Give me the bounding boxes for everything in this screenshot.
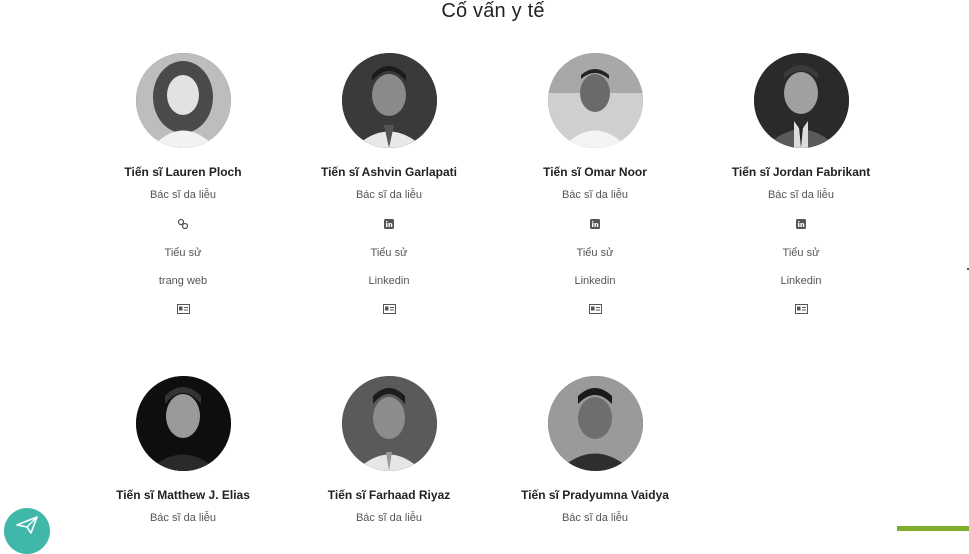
advisor-card: Tiến sĩ Omar Noor Bác sĩ da liễu Tiểu sử… bbox=[492, 53, 698, 315]
linkedin-icon[interactable] bbox=[286, 217, 492, 231]
linkedin-link[interactable]: Linkedin bbox=[492, 275, 698, 287]
advisor-photo bbox=[753, 53, 849, 148]
advisor-name: Tiến sĩ Lauren Ploch bbox=[124, 165, 242, 179]
advisor-role: Bác sĩ da liễu bbox=[561, 512, 629, 524]
advisor-role: Bác sĩ da liễu bbox=[355, 189, 423, 201]
contact-card-icon[interactable] bbox=[80, 303, 286, 315]
send-message-button[interactable] bbox=[4, 508, 50, 554]
paper-plane-icon bbox=[16, 516, 38, 539]
advisor-name: Tiến sĩ Matthew J. Elias bbox=[116, 488, 250, 502]
bio-link[interactable]: Tiểu sử bbox=[286, 247, 492, 259]
advisor-name: Tiến sĩ Ashvin Garlapati bbox=[320, 165, 458, 179]
advisor-name: Tiến sĩ Pradyumna Vaidya bbox=[521, 488, 669, 502]
linkedin-icon[interactable] bbox=[492, 217, 698, 231]
page-title: Cố vấn y tế bbox=[441, 0, 545, 22]
advisor-role: Bác sĩ da liễu bbox=[561, 189, 629, 201]
bio-link[interactable]: Tiểu sử bbox=[492, 247, 698, 259]
advisor-photo bbox=[341, 53, 437, 148]
bio-link[interactable]: Tiểu sử bbox=[80, 247, 286, 259]
linkedin-link[interactable]: Linkedin bbox=[286, 275, 492, 287]
advisor-role: Bác sĩ da liễu bbox=[355, 512, 423, 524]
advisor-role: Bác sĩ da liễu bbox=[149, 512, 217, 524]
advisor-role: Bác sĩ da liễu bbox=[767, 189, 835, 201]
advisor-card: Tiến sĩ Jordan Fabrikant Bác sĩ da liễu … bbox=[698, 53, 904, 315]
contact-card-icon[interactable] bbox=[698, 303, 904, 315]
advisor-card: Tiến sĩ Ashvin Garlapati Bác sĩ da liễu … bbox=[286, 53, 492, 315]
website-link[interactable]: trang web bbox=[80, 275, 286, 287]
link-icon[interactable] bbox=[80, 217, 286, 231]
advisor-card: Tiến sĩ Lauren Ploch Bác sĩ da liễu Tiểu… bbox=[80, 53, 286, 315]
advisor-name: Tiến sĩ Farhaad Riyaz bbox=[327, 488, 451, 502]
advisor-photo bbox=[547, 53, 643, 148]
advisor-card: Tiến sĩ Farhaad Riyaz Bác sĩ da liễu bbox=[286, 376, 492, 524]
advisor-card: Tiến sĩ Pradyumna Vaidya Bác sĩ da liễu bbox=[492, 376, 698, 524]
advisor-photo bbox=[341, 376, 437, 471]
advisor-name: Tiến sĩ Jordan Fabrikant bbox=[731, 165, 871, 179]
linkedin-link[interactable]: Linkedin bbox=[698, 275, 904, 287]
advisor-photo bbox=[135, 376, 231, 471]
advisor-photo bbox=[135, 53, 231, 148]
advisor-photo bbox=[547, 376, 643, 471]
linkedin-icon[interactable] bbox=[698, 217, 904, 231]
contact-card-icon[interactable] bbox=[286, 303, 492, 315]
feedback-tab[interactable] bbox=[897, 526, 969, 531]
advisor-name: Tiến sĩ Omar Noor bbox=[543, 165, 647, 179]
advisor-card: Tiến sĩ Matthew J. Elias Bác sĩ da liễu bbox=[80, 376, 286, 524]
advisor-role: Bác sĩ da liễu bbox=[149, 189, 217, 201]
contact-card-icon[interactable] bbox=[492, 303, 698, 315]
bio-link[interactable]: Tiểu sử bbox=[698, 247, 904, 259]
